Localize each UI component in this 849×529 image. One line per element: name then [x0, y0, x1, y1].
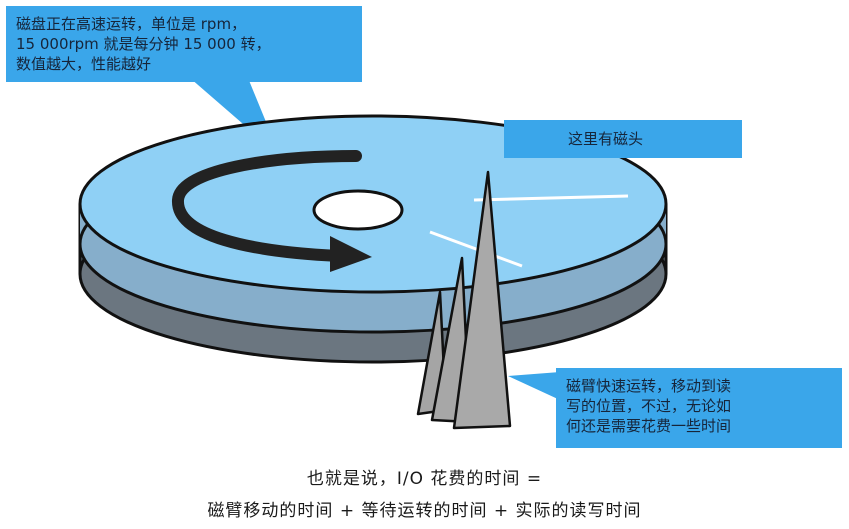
io-time-caption: 也就是说，I/O 花费的时间 =: [306, 469, 543, 489]
disk-arm-callout-line3: 何还是需要花费一些时间: [566, 417, 732, 435]
disk-arm-callout-line2: 写的位置，不过，无论如: [566, 397, 732, 415]
spindle-hole: [312, 189, 404, 231]
rpm-callout-line1: 磁盘正在高速运转，单位是 rpm，: [16, 15, 247, 33]
arm-callout-pointer: [508, 372, 560, 400]
disk-arm-callout: 磁臂快速运转，移动到读 写的位置，不过，无论如 何还是需要花费一些时间: [556, 368, 842, 448]
disk-head-callout: 这里有磁头: [504, 120, 742, 158]
rpm-callout-line3: 数值越大，性能越好: [16, 55, 152, 73]
disk-head-callout-text: 这里有磁头: [568, 130, 644, 148]
disk-arm-callout-line1: 磁臂快速运转，移动到读: [566, 377, 732, 395]
rpm-callout-line2: 15 000rpm 就是每分钟 15 000 转，: [16, 35, 271, 53]
io-time-formula: 磁臂移动的时间 + 等待运转的时间 + 实际的读写时间: [207, 501, 642, 521]
rpm-callout: 磁盘正在高速运转，单位是 rpm， 15 000rpm 就是每分钟 15 000…: [6, 6, 362, 82]
